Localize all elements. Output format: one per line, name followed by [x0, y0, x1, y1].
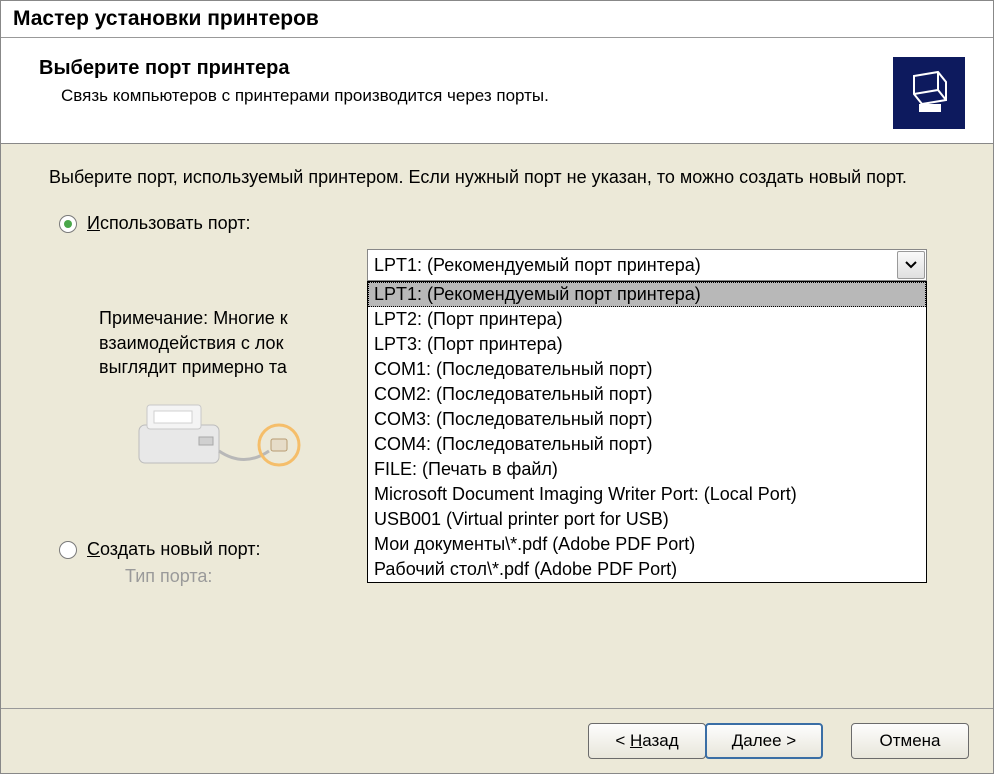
header-subtitle: Связь компьютеров с принтерами производи… — [61, 86, 893, 106]
list-item[interactable]: LPT1: (Рекомендуемый порт принтера) — [368, 282, 926, 307]
list-item[interactable]: LPT2: (Порт принтера) — [368, 307, 926, 332]
port-select[interactable]: LPT1: (Рекомендуемый порт принтера) LPT1… — [367, 249, 927, 583]
chevron-down-icon[interactable] — [897, 251, 925, 279]
printer-wizard-window: Мастер установки принтеров Выберите порт… — [0, 0, 994, 774]
window-title: Мастер установки принтеров — [1, 1, 993, 38]
port-select-value: LPT1: (Рекомендуемый порт принтера) — [374, 255, 701, 276]
radio-use-port-icon — [59, 215, 77, 233]
create-port-label: Создать новый порт: — [87, 539, 261, 560]
list-item[interactable]: LPT3: (Порт принтера) — [368, 332, 926, 357]
port-dropdown-list: LPT1: (Рекомендуемый порт принтера) LPT2… — [367, 281, 927, 583]
wizard-header: Выберите порт принтера Связь компьютеров… — [1, 38, 993, 144]
list-item[interactable]: COM2: (Последовательный порт) — [368, 382, 926, 407]
wizard-content: Выберите порт, используемый принтером. Е… — [1, 144, 993, 708]
list-item[interactable]: COM4: (Последовательный порт) — [368, 432, 926, 457]
printer-cable-illustration — [129, 393, 339, 483]
radio-create-port-icon — [59, 541, 77, 559]
instruction-text: Выберите порт, используемый принтером. Е… — [49, 166, 945, 189]
printer-icon — [893, 57, 965, 129]
list-item[interactable]: Microsoft Document Imaging Writer Port: … — [368, 482, 926, 507]
header-title: Выберите порт принтера — [39, 57, 893, 80]
note-text: Примечание: Многие к взаимодействия с ло… — [99, 306, 399, 379]
cancel-button[interactable]: Отмена — [851, 723, 969, 759]
wizard-footer: < Назад Далее > Отмена — [1, 708, 993, 773]
list-item[interactable]: COM1: (Последовательный порт) — [368, 357, 926, 382]
next-button[interactable]: Далее > — [705, 723, 823, 759]
use-port-label: Использовать порт: — [87, 213, 250, 234]
list-item[interactable]: Рабочий стол\*.pdf (Adobe PDF Port) — [368, 557, 926, 582]
back-button[interactable]: < Назад — [588, 723, 706, 759]
list-item[interactable]: FILE: (Печать в файл) — [368, 457, 926, 482]
use-port-option[interactable]: Использовать порт: — [59, 213, 945, 234]
list-item[interactable]: COM3: (Последовательный порт) — [368, 407, 926, 432]
list-item[interactable]: Мои документы\*.pdf (Adobe PDF Port) — [368, 532, 926, 557]
list-item[interactable]: USB001 (Virtual printer port for USB) — [368, 507, 926, 532]
